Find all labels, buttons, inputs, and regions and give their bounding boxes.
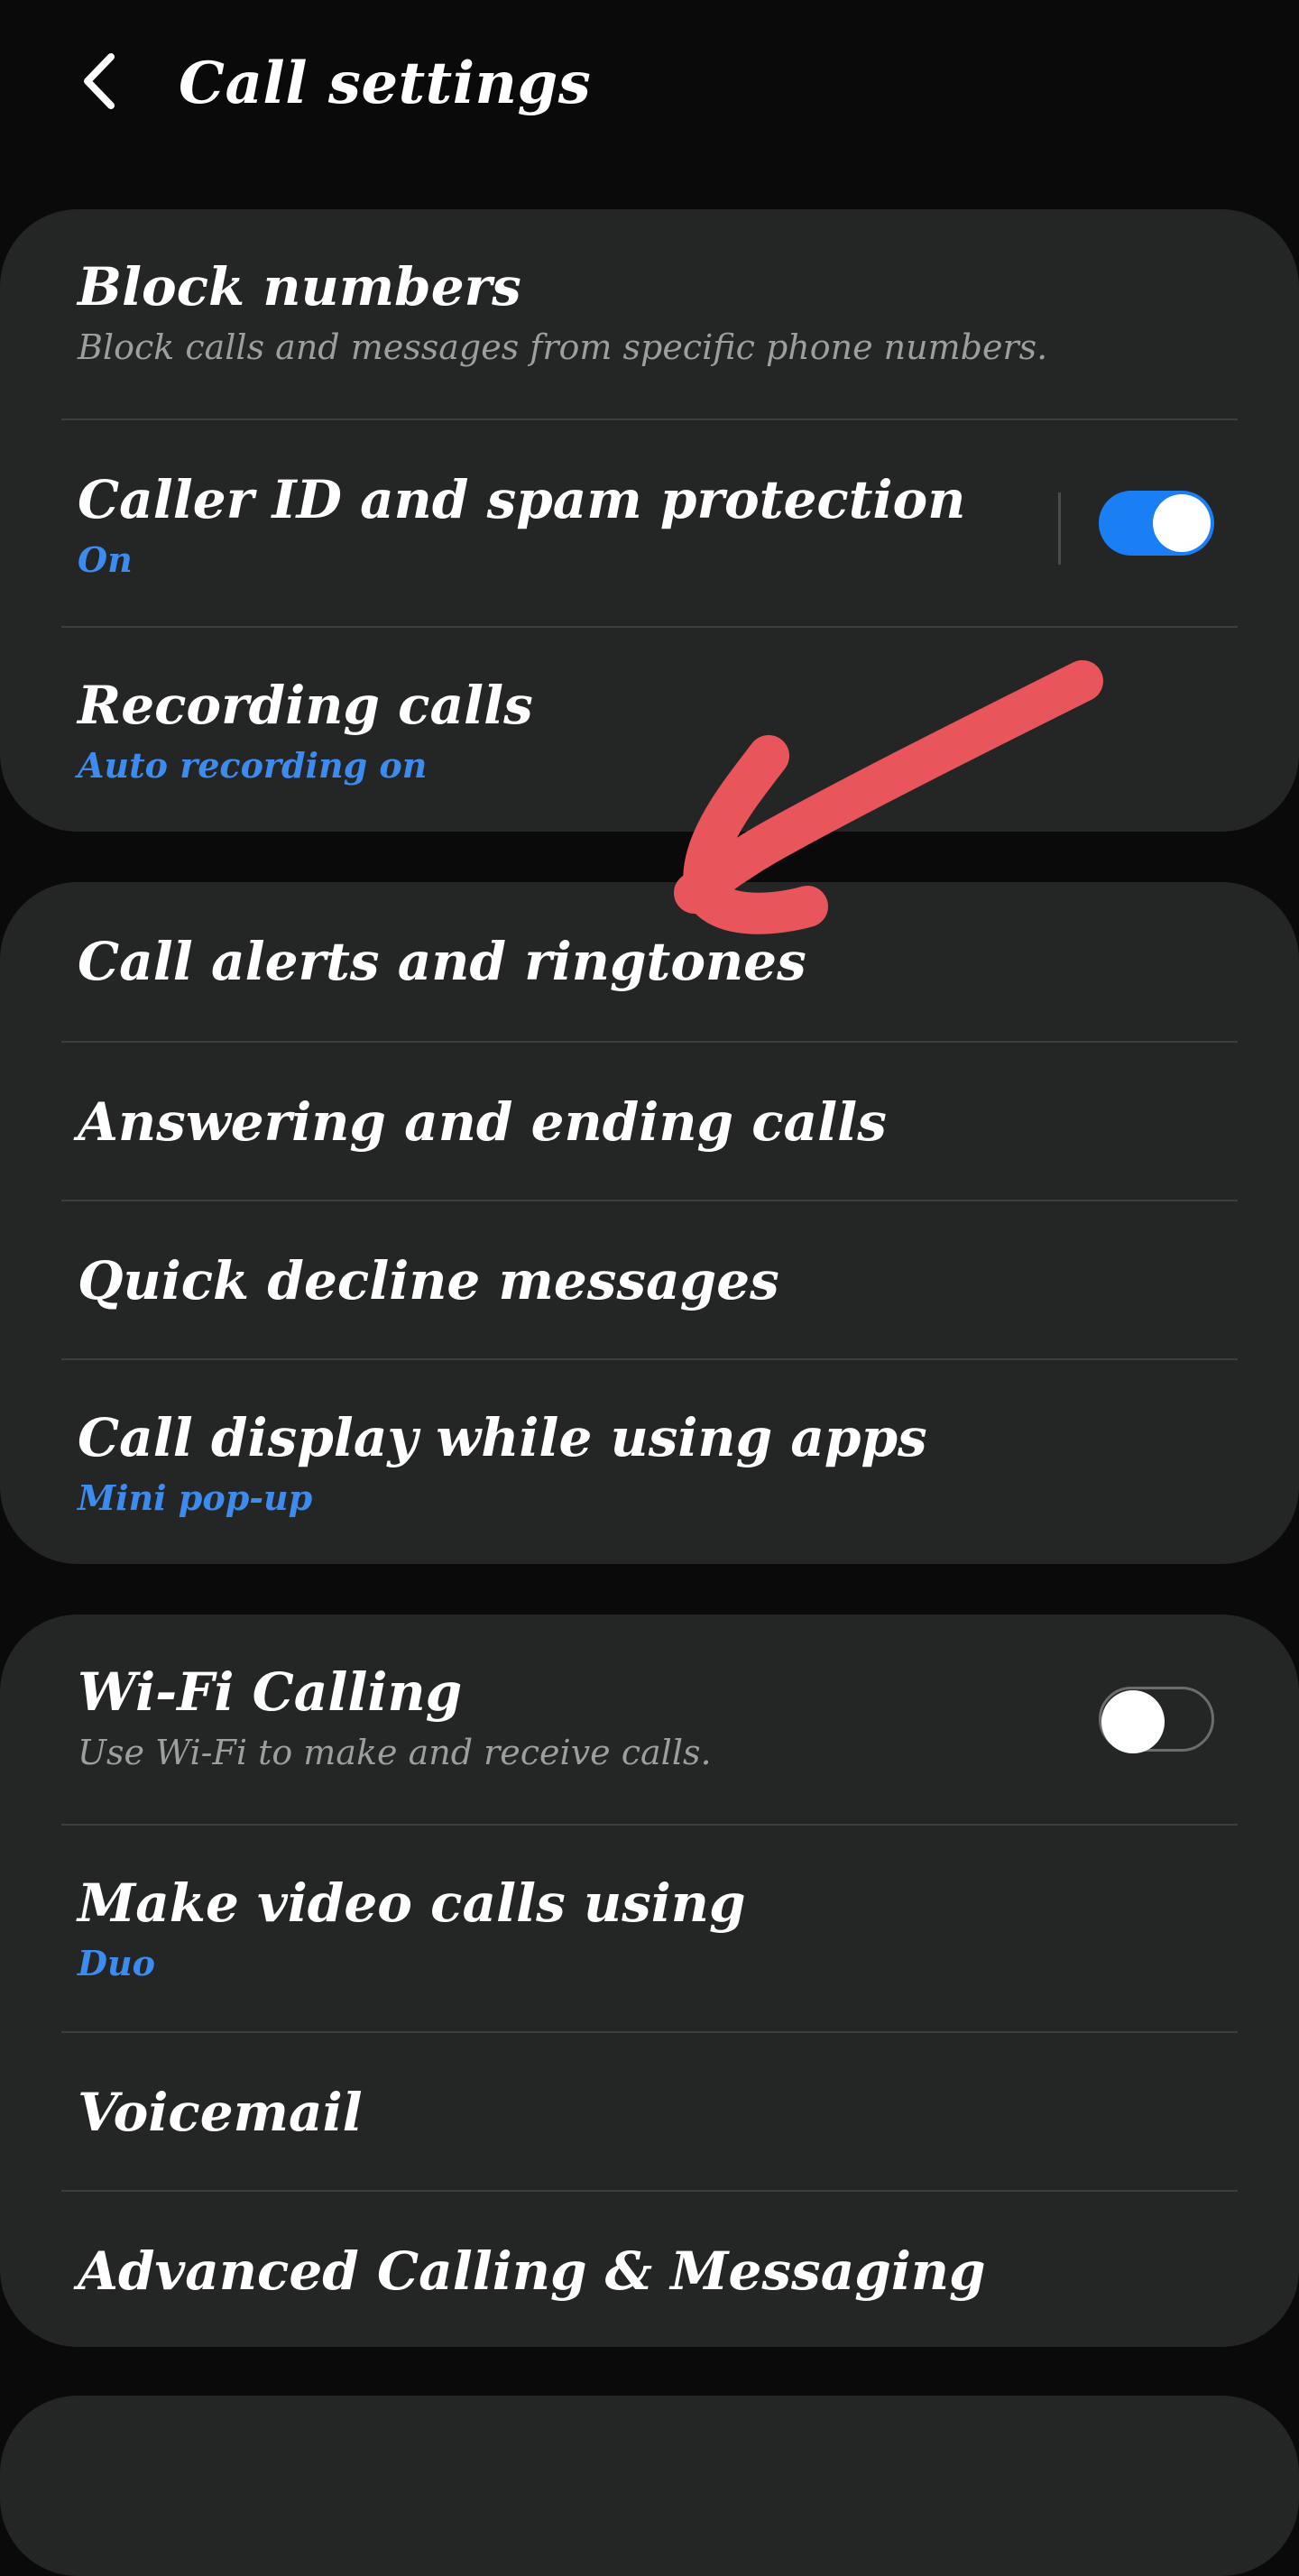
row-answering-ending-calls[interactable]: Answering and ending calls (61, 1041, 1238, 1200)
row-wifi-calling[interactable]: Wi-Fi Calling Use Wi-Fi to make and rece… (61, 1615, 1238, 1824)
settings-card-privacy: Block numbers Block calls and messages f… (0, 209, 1299, 832)
row-status: Duo (78, 1943, 155, 1983)
row-title: Call alerts and ringtones (78, 931, 806, 992)
row-title: Voicemail (78, 2082, 363, 2143)
settings-card-call-behavior: Call alerts and ringtones Answering and … (0, 882, 1299, 1564)
switch-divider (1058, 492, 1061, 565)
row-make-video-calls[interactable]: Make video calls using Duo (61, 1824, 1238, 2031)
row-title: Call display while using apps (78, 1407, 927, 1468)
row-advanced-calling-messaging[interactable]: Advanced Calling & Messaging (61, 2190, 1238, 2347)
app-header: Call settings (0, 0, 1299, 171)
row-title: Block numbers (78, 256, 521, 317)
row-title: Wi-Fi Calling (78, 1661, 463, 1723)
chevron-left-icon (84, 53, 115, 109)
settings-card-partial (0, 2396, 1299, 2576)
row-call-display-apps[interactable]: Call display while using apps Mini pop-u… (61, 1358, 1238, 1564)
caller-id-toggle[interactable] (1099, 491, 1214, 556)
row-title: Quick decline messages (78, 1250, 779, 1311)
back-button[interactable] (63, 45, 135, 117)
row-subtitle: Use Wi-Fi to make and receive calls. (78, 1733, 712, 1772)
row-title: Recording calls (78, 675, 533, 736)
row-title: Caller ID and spam protection (78, 469, 966, 530)
row-status: Auto recording on (78, 745, 428, 786)
row-status: Mini pop-up (78, 1477, 313, 1518)
row-title: Answering and ending calls (78, 1091, 887, 1153)
settings-card-calling-services: Wi-Fi Calling Use Wi-Fi to make and rece… (0, 1615, 1299, 2347)
toggle-knob (1153, 494, 1211, 552)
toggle-knob (1101, 1690, 1165, 1753)
page-title: Call settings (179, 50, 592, 117)
row-title: Advanced Calling & Messaging (78, 2240, 986, 2302)
row-title: Make video calls using (78, 1872, 746, 1934)
row-caller-id-spam[interactable]: Caller ID and spam protection On (61, 419, 1238, 626)
row-status: On (78, 539, 133, 580)
row-call-alerts-ringtones[interactable]: Call alerts and ringtones (61, 882, 1238, 1041)
row-quick-decline-messages[interactable]: Quick decline messages (61, 1200, 1238, 1358)
row-block-numbers[interactable]: Block numbers Block calls and messages f… (61, 209, 1238, 419)
row-subtitle: Block calls and messages from specific p… (78, 327, 1048, 367)
row-voicemail[interactable]: Voicemail (61, 2031, 1238, 2190)
wifi-calling-toggle[interactable] (1099, 1687, 1214, 1753)
row-recording-calls[interactable]: Recording calls Auto recording on (61, 626, 1238, 832)
